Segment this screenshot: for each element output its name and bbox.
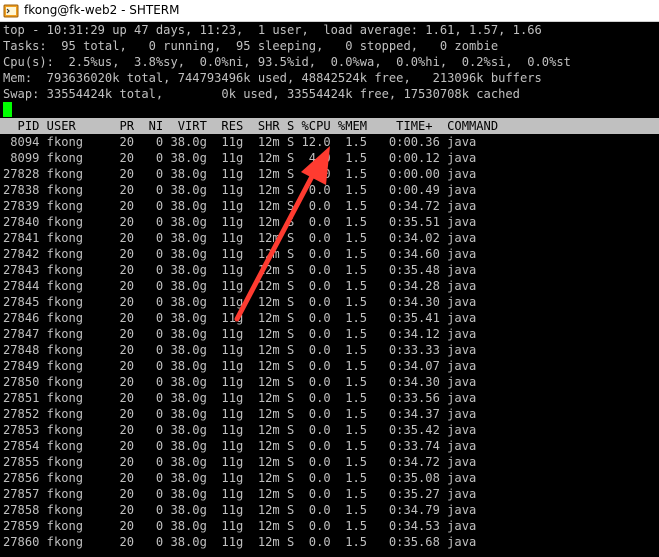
process-row: 27841 fkong 20 0 38.0g 11g 12m S 0.0 1.5… bbox=[3, 231, 477, 245]
process-row: 27858 fkong 20 0 38.0g 11g 12m S 0.0 1.5… bbox=[3, 503, 477, 517]
process-row: 27851 fkong 20 0 38.0g 11g 12m S 0.0 1.5… bbox=[3, 391, 477, 405]
process-row: 27845 fkong 20 0 38.0g 11g 12m S 0.0 1.5… bbox=[3, 295, 477, 309]
terminal-cursor bbox=[3, 102, 12, 117]
process-row: 8094 fkong 20 0 38.0g 11g 12m S 12.0 1.5… bbox=[3, 135, 477, 149]
process-row: 27857 fkong 20 0 38.0g 11g 12m S 0.0 1.5… bbox=[3, 487, 477, 501]
process-row: 27849 fkong 20 0 38.0g 11g 12m S 0.0 1.5… bbox=[3, 359, 477, 373]
mem-line: Mem: 793636020k total, 744793496k used, … bbox=[3, 71, 542, 85]
process-row: 8099 fkong 20 0 38.0g 11g 12m S 4.0 1.5 … bbox=[3, 151, 477, 165]
window-titlebar[interactable]: fkong@fk-web2 - SHTERM bbox=[0, 0, 659, 22]
process-row: 27848 fkong 20 0 38.0g 11g 12m S 0.0 1.5… bbox=[3, 343, 477, 357]
terminal-output[interactable]: top - 10:31:29 up 47 days, 11:23, 1 user… bbox=[0, 22, 659, 557]
process-row: 27843 fkong 20 0 38.0g 11g 12m S 0.0 1.5… bbox=[3, 263, 477, 277]
process-row: 27828 fkong 20 0 38.0g 11g 12m S 0.0 1.5… bbox=[3, 167, 477, 181]
process-row: 27853 fkong 20 0 38.0g 11g 12m S 0.0 1.5… bbox=[3, 423, 477, 437]
process-row: 27847 fkong 20 0 38.0g 11g 12m S 0.0 1.5… bbox=[3, 327, 477, 341]
swap-line: Swap: 33554424k total, 0k used, 33554424… bbox=[3, 87, 520, 101]
cursor-line bbox=[0, 102, 659, 118]
terminal-app-icon bbox=[3, 4, 19, 18]
process-row: 27859 fkong 20 0 38.0g 11g 12m S 0.0 1.5… bbox=[3, 519, 477, 533]
process-row: 27838 fkong 20 0 38.0g 11g 12m S 0.0 1.5… bbox=[3, 183, 477, 197]
process-table-header: PID USER PR NI VIRT RES SHR S %CPU %MEM … bbox=[0, 118, 659, 134]
process-row: 27839 fkong 20 0 38.0g 11g 12m S 0.0 1.5… bbox=[3, 199, 477, 213]
process-row: 27840 fkong 20 0 38.0g 11g 12m S 0.0 1.5… bbox=[3, 215, 477, 229]
uptime-load-line: top - 10:31:29 up 47 days, 11:23, 1 user… bbox=[3, 23, 542, 37]
process-row: 27850 fkong 20 0 38.0g 11g 12m S 0.0 1.5… bbox=[3, 375, 477, 389]
process-row: 27855 fkong 20 0 38.0g 11g 12m S 0.0 1.5… bbox=[3, 455, 477, 469]
process-row: 27856 fkong 20 0 38.0g 11g 12m S 0.0 1.5… bbox=[3, 471, 477, 485]
window-title: fkong@fk-web2 - SHTERM bbox=[24, 3, 180, 17]
process-row: 27846 fkong 20 0 38.0g 11g 12m S 0.0 1.5… bbox=[3, 311, 477, 325]
process-row: 27860 fkong 20 0 38.0g 11g 12m S 0.0 1.5… bbox=[3, 535, 477, 549]
cpu-line: Cpu(s): 2.5%us, 3.8%sy, 0.0%ni, 93.5%id,… bbox=[3, 55, 571, 69]
process-row: 27854 fkong 20 0 38.0g 11g 12m S 0.0 1.5… bbox=[3, 439, 477, 453]
tasks-line: Tasks: 95 total, 0 running, 95 sleeping,… bbox=[3, 39, 499, 53]
process-row: 27852 fkong 20 0 38.0g 11g 12m S 0.0 1.5… bbox=[3, 407, 477, 421]
process-row: 27842 fkong 20 0 38.0g 11g 12m S 0.0 1.5… bbox=[3, 247, 477, 261]
process-table: 8094 fkong 20 0 38.0g 11g 12m S 12.0 1.5… bbox=[0, 134, 659, 550]
process-row: 27844 fkong 20 0 38.0g 11g 12m S 0.0 1.5… bbox=[3, 279, 477, 293]
